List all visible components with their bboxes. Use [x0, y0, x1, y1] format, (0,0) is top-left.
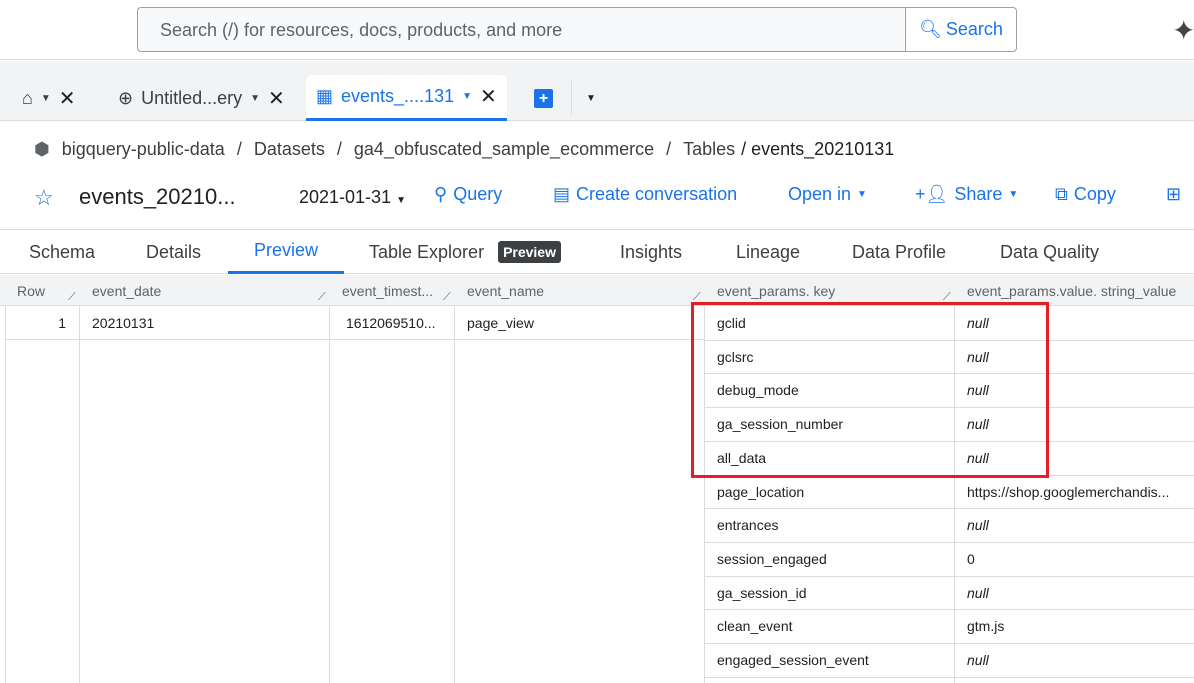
cell-param-key[interactable]: engaged_session_event [717, 652, 869, 668]
snapshot-icon[interactable]: ⊞ [1166, 184, 1181, 205]
star-icon[interactable]: ☆ [34, 185, 54, 211]
breadcrumb-sep: / [236, 139, 242, 159]
tab-home[interactable]: ⌂ ▼ ✕ [12, 75, 86, 121]
chevron-down-icon[interactable]: ▼ [250, 93, 260, 104]
tab-label: Table Explorer [369, 241, 485, 262]
editor-tab-strip: ⌂ ▼ ✕ ⊕ Untitled...ery ▼ ✕ ▦ events_....131 ▼ ✕ … [0, 61, 1194, 121]
row-number: 1 [58, 315, 66, 331]
copy-button[interactable]: ⧉ Copy [1055, 184, 1116, 205]
search-box[interactable]: Search (/) for resources, docs, products… [137, 7, 1017, 52]
query-label: Query [453, 184, 503, 204]
tab-label: events_....131 [341, 86, 455, 106]
copy-label: Copy [1073, 184, 1116, 204]
column-header-event-name[interactable]: event_name [455, 275, 705, 306]
tab-schema[interactable]: Schema [29, 230, 95, 274]
search-button[interactable]: 🔍︎ Search [905, 8, 1016, 51]
tab-details[interactable]: Details [146, 230, 201, 274]
tab-data-quality[interactable]: Data Quality [1000, 230, 1099, 274]
share-button[interactable]: +👤︎ Share ▼ [915, 184, 1018, 205]
chevron-down-icon: ▼ [857, 189, 867, 200]
table-icon: ▦ [316, 86, 334, 106]
search-icon: ⚲ [434, 184, 448, 204]
tab-table-explorer[interactable]: Table Explorer Preview [369, 230, 561, 274]
share-label: Share [954, 184, 1003, 204]
breadcrumb: ⬢ bigquery-public-data / Datasets / ga4_… [34, 139, 894, 160]
divider [571, 81, 572, 115]
cell-param-value[interactable]: https://shop.googlemerchandis... [967, 484, 1189, 500]
breadcrumb-sep: / [336, 139, 342, 159]
tab-insights[interactable]: Insights [620, 230, 682, 274]
resize-handle[interactable]: ⟋ [68, 291, 76, 304]
highlight-box [691, 302, 1049, 478]
cell-param-value[interactable]: gtm.js [967, 618, 1189, 634]
new-tab-plus-icon[interactable]: + [534, 89, 553, 108]
query-icon: ⊕ [118, 87, 134, 108]
tab-data-profile[interactable]: Data Profile [852, 230, 946, 274]
tab-events-table[interactable]: ▦ events_....131 ▼ ✕ [306, 75, 507, 121]
more-tabs-chevron-icon[interactable]: ▼ [586, 93, 596, 104]
breadcrumb-project[interactable]: bigquery-public-data [62, 139, 225, 160]
gemini-icon[interactable]: ✦ [1172, 14, 1194, 47]
breadcrumb-sep: / [666, 139, 672, 159]
cell-param-key[interactable]: ga_session_id [717, 585, 807, 601]
query-button[interactable]: ⚲ Query [434, 184, 502, 205]
chevron-down-icon[interactable]: ▼ [462, 91, 472, 102]
subtab-bar: Schema Details Preview Table Explorer Pre… [0, 229, 1194, 274]
cell-param-value[interactable]: null [967, 652, 1189, 668]
search-button-label: Search [945, 19, 1003, 39]
chevron-down-icon[interactable]: ▼ [41, 93, 51, 104]
search-icon: 🔍︎ [919, 19, 942, 39]
cell-param-value[interactable]: 0 [967, 551, 1189, 567]
open-in-button[interactable]: Open in ▼ [788, 184, 867, 205]
close-icon[interactable]: ✕ [59, 86, 76, 111]
open-in-label: Open in [788, 184, 852, 204]
chevron-down-icon: ▼ [396, 195, 406, 206]
tab-untitled-query[interactable]: ⊕ Untitled...ery ▼ ✕ [108, 75, 295, 121]
breadcrumb-table: / events_20210131 [741, 139, 895, 159]
copy-icon: ⧉ [1055, 184, 1068, 204]
resize-handle[interactable]: ⟋ [318, 291, 326, 304]
preview-badge: Preview [498, 241, 561, 263]
column-header-event-timestamp[interactable]: event_timest... [330, 275, 455, 306]
cell-event-date[interactable]: 20210131 [92, 315, 154, 331]
tab-label: Untitled...ery [141, 87, 243, 108]
add-person-icon: +👤︎ [915, 184, 949, 204]
page-title: events_20210... [79, 184, 236, 209]
breadcrumb-dataset[interactable]: ga4_obfuscated_sample_ecommerce [354, 139, 654, 160]
cell-param-key[interactable]: page_location [717, 484, 804, 500]
cell-param-value[interactable]: null [967, 517, 1189, 533]
home-icon: ⌂ [22, 87, 33, 108]
close-icon[interactable]: ✕ [268, 86, 285, 111]
cell-param-value[interactable]: null [967, 585, 1189, 601]
cell-param-key[interactable]: clean_event [717, 618, 793, 634]
resize-handle[interactable]: ⟋ [443, 291, 451, 304]
create-conversation-label: Create conversation [576, 184, 738, 204]
cell-param-key[interactable]: session_engaged [717, 551, 827, 567]
date-select[interactable]: 2021-01-31 ▼ [299, 187, 406, 208]
breadcrumb-datasets[interactable]: Datasets [254, 139, 325, 160]
project-icon: ⬢ [34, 139, 50, 159]
cell-event-name[interactable]: page_view [467, 315, 534, 331]
date-value: 2021-01-31 [299, 187, 392, 207]
cell-param-key[interactable]: entrances [717, 517, 778, 533]
column-header-event-date[interactable]: event_date [80, 275, 330, 306]
conversation-icon: ▤ [553, 184, 571, 204]
create-conversation-button[interactable]: ▤ Create conversation [553, 184, 737, 205]
tab-lineage[interactable]: Lineage [736, 230, 800, 274]
search-input[interactable]: Search (/) for resources, docs, products… [160, 20, 562, 41]
breadcrumb-tables[interactable]: Tables [683, 139, 735, 160]
cell-event-timestamp[interactable]: 1612069510... [346, 315, 436, 331]
chevron-down-icon: ▼ [1008, 189, 1019, 200]
tab-preview[interactable]: Preview [228, 230, 344, 274]
close-icon[interactable]: ✕ [480, 84, 497, 109]
